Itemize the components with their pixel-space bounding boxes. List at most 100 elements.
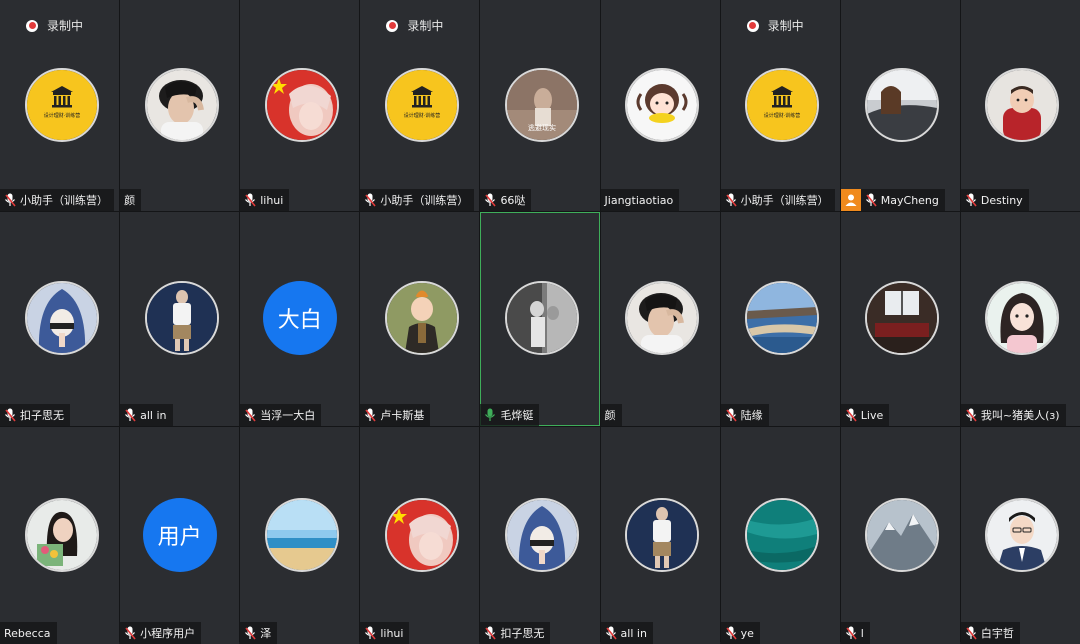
avatar-initials: 大白 [277, 308, 322, 333]
participant-name-bar: 扣子思无 [0, 404, 70, 426]
participant-name: 66哒 [500, 194, 526, 207]
participant-name: 卢卡斯基 [380, 409, 425, 422]
mic-muted-icon [725, 408, 741, 422]
avatar [144, 281, 219, 355]
avatar [24, 497, 99, 572]
participant-tile[interactable]: 颜 [120, 0, 240, 211]
participant-name: l [860, 626, 864, 640]
participant-tile[interactable]: 录制中 设计理财·训练营 小助手（训练营） [360, 0, 480, 211]
participant-name-bar: MayCheng [840, 189, 945, 211]
avatar [625, 281, 700, 355]
recording-indicator: 录制中 [26, 17, 83, 34]
mic-muted-icon [965, 193, 981, 207]
participant-name-bar: 小程序用户 [120, 622, 202, 644]
participant-tile[interactable]: 录制中 设计理财·训练营 小助手（训练营） [720, 0, 840, 211]
participant-name-bar: lihui [240, 189, 290, 211]
mic-muted-icon [605, 626, 621, 640]
avatar-initials: 用户 [157, 524, 202, 550]
mic-muted-icon [965, 408, 981, 422]
participant-tile[interactable]: Jiangtiaotiao [600, 0, 720, 211]
mic-muted-icon [244, 193, 260, 207]
avatar: 设计理财·训练营 [745, 67, 820, 142]
mic-muted-icon [845, 408, 861, 422]
participant-tile[interactable]: ye [720, 427, 840, 644]
participant-tile[interactable]: Destiny [960, 0, 1080, 211]
avatar: 设计理财·训练营 [24, 67, 99, 142]
participant-name-bar: all in [120, 404, 173, 426]
participant-name: Jiangtiaotiao [604, 193, 674, 207]
avatar: 设计理财·训练营 [384, 67, 459, 142]
mic-muted-icon [725, 193, 741, 207]
avatar [264, 67, 339, 142]
avatar [144, 67, 219, 142]
participant-name: 小助手（训练营） [740, 194, 829, 207]
participant-tile[interactable]: 用户 小程序用户 [120, 427, 240, 644]
participant-tile[interactable]: 扣子思无 [480, 427, 600, 644]
participant-name-bar: 当浮一大白 [240, 404, 322, 426]
participant-name: 颜 [604, 409, 616, 422]
participant-tile[interactable]: lihui [240, 0, 360, 211]
participant-name: 扣子思无 [500, 627, 545, 640]
participant-tile[interactable]: MayCheng [840, 0, 960, 211]
participant-name: 毛烨铤 [500, 409, 534, 422]
participant-name-bar: 66哒 [480, 189, 532, 211]
participant-tile[interactable]: all in [120, 212, 240, 426]
avatar-logo-text: 设计理财·训练营 [404, 112, 441, 119]
participant-tile[interactable]: Live [840, 212, 960, 426]
mic-muted-icon [845, 626, 861, 640]
participant-name-bar: 小助手（训练营） [360, 189, 475, 211]
participant-name-bar: 小助手（训练营） [720, 189, 835, 211]
participant-tile[interactable]: all in [600, 427, 720, 644]
participant-tile[interactable]: 泽 [240, 427, 360, 644]
participant-name-bar: 扣子思无 [480, 622, 551, 644]
participant-tile[interactable]: l [840, 427, 960, 644]
avatar [985, 281, 1060, 355]
participant-name-bar: lihui [360, 622, 410, 644]
participant-tile[interactable]: lihui [360, 427, 480, 644]
mic-muted-icon [124, 626, 140, 640]
participant-tile[interactable]: 陆缘 [720, 212, 840, 426]
participant-name: 白宇哲 [980, 627, 1014, 640]
participant-name-bar: 白宇哲 [960, 622, 1020, 644]
record-dot-icon [26, 19, 38, 32]
recording-label: 录制中 [407, 19, 444, 33]
participant-tile[interactable]: 扣子思无 [0, 212, 120, 426]
mic-muted-icon [244, 408, 260, 422]
participant-name: ye [740, 626, 754, 640]
record-dot-icon [746, 19, 759, 32]
participant-tile[interactable]: 毛烨铤 [480, 212, 600, 426]
avatar [865, 67, 940, 142]
participant-tile[interactable]: 逃避现实 66哒 [480, 0, 600, 211]
avatar [504, 497, 579, 572]
participant-name-bar: 颜 [600, 404, 622, 426]
participant-name: 小助手（训练营） [380, 194, 469, 207]
participant-name-bar: 泽 [240, 622, 278, 644]
avatar [745, 497, 820, 572]
participant-name: 我叫~猪美人(з) [980, 409, 1060, 422]
recording-label: 录制中 [47, 19, 84, 33]
participant-name-bar: 陆缘 [720, 404, 769, 426]
participant-tile[interactable]: Rebecca [0, 427, 120, 644]
mic-muted-icon [965, 626, 981, 640]
user-icon [840, 189, 861, 211]
participant-name: Live [860, 408, 884, 422]
participant-name: lihui [260, 193, 284, 207]
mic-icon [484, 408, 500, 422]
participant-name: all in [140, 408, 167, 422]
avatar [504, 281, 579, 355]
participant-tile[interactable]: 卢卡斯基 [360, 212, 480, 426]
mic-muted-icon [364, 626, 380, 640]
recording-indicator: 录制中 [746, 17, 804, 34]
participant-tile[interactable]: 颜 [600, 212, 720, 426]
participant-tile[interactable]: 白宇哲 [960, 427, 1080, 644]
participant-name: 陆缘 [740, 409, 763, 422]
mic-muted-icon [244, 626, 260, 640]
participant-tile[interactable]: 录制中 设计理财·训练营 小助手（训练营） [0, 0, 120, 211]
mic-muted-icon [484, 626, 500, 640]
participant-name-bar: l [840, 622, 870, 644]
participant-name: Rebecca [4, 626, 51, 640]
participant-name-bar: Live [840, 404, 890, 426]
participant-tile[interactable]: 大白 当浮一大白 [240, 212, 360, 426]
participant-tile[interactable]: 我叫~猪美人(з) [960, 212, 1080, 426]
mic-muted-icon [725, 626, 741, 640]
